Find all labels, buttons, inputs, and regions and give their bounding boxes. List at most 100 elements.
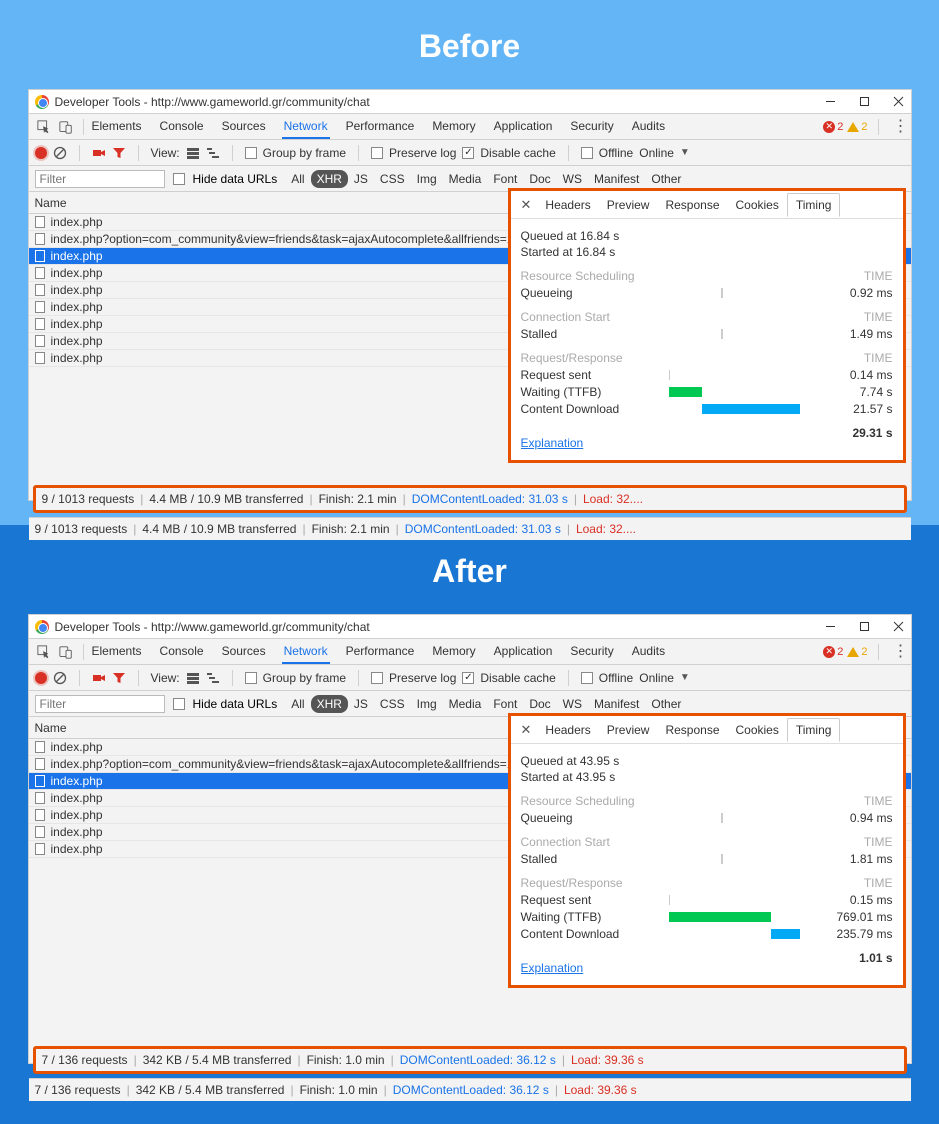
panel-tabs: Elements Console Sources Network Performance… [90, 115, 668, 139]
filter-chip-doc[interactable]: Doc [523, 695, 556, 713]
detail-tab-preview[interactable]: Preview [599, 194, 658, 216]
warning-badge[interactable]: 2 [847, 646, 867, 658]
record-button[interactable] [35, 672, 47, 684]
more-menu-icon[interactable]: ⋮ [893, 122, 907, 132]
detail-tab-cookies[interactable]: Cookies [728, 719, 787, 741]
inspect-icon[interactable] [36, 119, 52, 135]
filter-chip-img[interactable]: Img [411, 695, 443, 713]
filter-chip-js[interactable]: JS [348, 170, 374, 188]
filter-chip-other[interactable]: Other [645, 695, 687, 713]
waterfall-icon[interactable] [206, 671, 220, 685]
maximize-button[interactable] [859, 621, 871, 633]
more-menu-icon[interactable]: ⋮ [893, 647, 907, 657]
clear-icon[interactable] [53, 671, 67, 685]
tab-security[interactable]: Security [568, 640, 615, 664]
filter-chip-ws[interactable]: WS [557, 170, 588, 188]
filter-chip-css[interactable]: CSS [374, 695, 411, 713]
device-toggle-icon[interactable] [58, 119, 74, 135]
camera-icon[interactable] [92, 671, 106, 685]
offline-checkbox[interactable] [581, 672, 593, 684]
tab-performance[interactable]: Performance [344, 640, 417, 664]
tab-audits[interactable]: Audits [630, 115, 667, 139]
tab-console[interactable]: Console [158, 115, 206, 139]
tab-audits[interactable]: Audits [630, 640, 667, 664]
throttling-select[interactable]: Online [639, 146, 674, 160]
filter-chip-manifest[interactable]: Manifest [588, 170, 645, 188]
offline-checkbox[interactable] [581, 147, 593, 159]
tab-memory[interactable]: Memory [430, 115, 477, 139]
filter-chip-font[interactable]: Font [487, 695, 523, 713]
file-icon [35, 250, 45, 262]
detail-tab-cookies[interactable]: Cookies [728, 194, 787, 216]
close-button[interactable] [893, 621, 905, 633]
detail-tab-headers[interactable]: Headers [537, 719, 598, 741]
close-button[interactable] [893, 96, 905, 108]
chevron-down-icon[interactable]: ▼ [680, 147, 690, 158]
detail-tab-timing[interactable]: Timing [787, 193, 841, 217]
device-toggle-icon[interactable] [58, 644, 74, 660]
filter-chip-img[interactable]: Img [411, 170, 443, 188]
filter-chip-other[interactable]: Other [645, 170, 687, 188]
large-rows-icon[interactable] [186, 146, 200, 160]
filter-input[interactable] [35, 695, 165, 713]
detail-tab-response[interactable]: Response [657, 194, 727, 216]
filter-chip-media[interactable]: Media [443, 695, 488, 713]
tab-elements[interactable]: Elements [90, 115, 144, 139]
camera-icon[interactable] [92, 146, 106, 160]
filter-chip-js[interactable]: JS [348, 695, 374, 713]
filter-chip-xhr[interactable]: XHR [311, 695, 348, 713]
hide-data-urls-checkbox[interactable] [173, 698, 185, 710]
tab-application[interactable]: Application [492, 115, 555, 139]
detail-tab-preview[interactable]: Preview [599, 719, 658, 741]
minimize-button[interactable] [825, 621, 837, 633]
clear-icon[interactable] [53, 146, 67, 160]
close-detail-icon[interactable]: ✕ [517, 722, 536, 738]
error-badge[interactable]: ✕2 [823, 121, 843, 133]
filter-icon[interactable] [112, 671, 126, 685]
tab-security[interactable]: Security [568, 115, 615, 139]
warning-badge[interactable]: 2 [847, 121, 867, 133]
filter-chip-all[interactable]: All [285, 170, 310, 188]
explanation-link[interactable]: Explanation [521, 436, 584, 450]
filter-chip-xhr[interactable]: XHR [311, 170, 348, 188]
filter-chip-doc[interactable]: Doc [523, 170, 556, 188]
tab-sources[interactable]: Sources [220, 115, 268, 139]
filter-chip-font[interactable]: Font [487, 170, 523, 188]
disable-cache-checkbox[interactable] [462, 672, 474, 684]
preserve-log-checkbox[interactable] [371, 672, 383, 684]
hide-data-urls-checkbox[interactable] [173, 173, 185, 185]
inspect-icon[interactable] [36, 644, 52, 660]
filter-icon[interactable] [112, 146, 126, 160]
tab-elements[interactable]: Elements [90, 640, 144, 664]
filter-chip-css[interactable]: CSS [374, 170, 411, 188]
throttling-select[interactable]: Online [639, 671, 674, 685]
minimize-button[interactable] [825, 96, 837, 108]
tab-console[interactable]: Console [158, 640, 206, 664]
filter-chip-media[interactable]: Media [443, 170, 488, 188]
record-button[interactable] [35, 147, 47, 159]
explanation-link[interactable]: Explanation [521, 961, 584, 975]
tab-performance[interactable]: Performance [344, 115, 417, 139]
group-by-frame-checkbox[interactable] [245, 672, 257, 684]
waterfall-icon[interactable] [206, 146, 220, 160]
group-by-frame-checkbox[interactable] [245, 147, 257, 159]
large-rows-icon[interactable] [186, 671, 200, 685]
tab-network[interactable]: Network [282, 640, 330, 664]
filter-input[interactable] [35, 170, 165, 188]
preserve-log-checkbox[interactable] [371, 147, 383, 159]
tab-memory[interactable]: Memory [430, 640, 477, 664]
detail-tab-response[interactable]: Response [657, 719, 727, 741]
filter-chip-all[interactable]: All [285, 695, 310, 713]
detail-tab-timing[interactable]: Timing [787, 718, 841, 742]
disable-cache-checkbox[interactable] [462, 147, 474, 159]
maximize-button[interactable] [859, 96, 871, 108]
error-badge[interactable]: ✕2 [823, 646, 843, 658]
tab-sources[interactable]: Sources [220, 640, 268, 664]
filter-chip-manifest[interactable]: Manifest [588, 695, 645, 713]
chevron-down-icon[interactable]: ▼ [680, 672, 690, 683]
close-detail-icon[interactable]: ✕ [517, 197, 536, 213]
tab-network[interactable]: Network [282, 115, 330, 139]
detail-tab-headers[interactable]: Headers [537, 194, 598, 216]
tab-application[interactable]: Application [492, 640, 555, 664]
filter-chip-ws[interactable]: WS [557, 695, 588, 713]
